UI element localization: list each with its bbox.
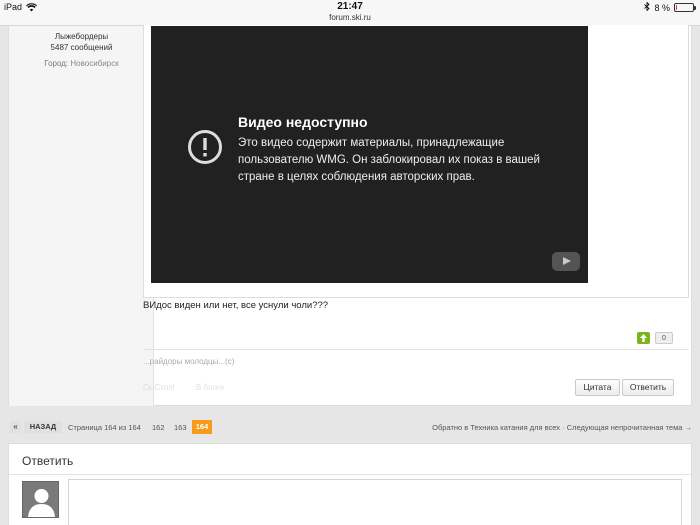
author-group: Лыжебордеры: [54, 32, 109, 41]
reply-title: Ответить: [22, 454, 74, 468]
battery-percent: 8 %: [654, 2, 670, 13]
battery-level: [676, 5, 677, 10]
reply-form: Ответить: [8, 443, 692, 525]
post: Лыжебордеры 5487 сообщений Город: Новоси…: [8, 25, 692, 406]
page-info: Страница 164 из 164: [68, 423, 141, 432]
clock: 21:47: [337, 1, 363, 12]
back-button[interactable]: НАЗАД: [24, 421, 62, 433]
post-text: ВИдос виден или нет, все уснули чоли???: [143, 300, 329, 311]
video-error-title: Видео недоступно: [238, 114, 368, 130]
signature-divider: [143, 349, 689, 350]
video-player[interactable]: Видео недоступно Это видео содержит мате…: [151, 26, 588, 283]
topic-navigation: Обратно в Техника катания для всех · Сле…: [432, 423, 692, 432]
vote-up-button[interactable]: [637, 332, 650, 344]
page-link[interactable]: 162: [152, 423, 165, 432]
video-error-message: Это видео содержит материалы, принадлежа…: [238, 137, 540, 183]
current-page: 164: [192, 420, 212, 434]
bluetooth-icon: [644, 1, 651, 13]
author-city-value: Новосибирск: [70, 59, 119, 68]
author-post-count: 5487 сообщений: [50, 43, 113, 52]
reply-textarea[interactable]: [68, 479, 682, 525]
author-city: Город: Новосибирск: [9, 59, 154, 68]
vote-count: 0: [655, 332, 673, 344]
address-bar-url[interactable]: forum.ski.ru: [0, 13, 700, 22]
reply-divider: [9, 474, 691, 475]
status-bar: iPad 21:47 forum.ski.ru 8 %: [0, 0, 700, 26]
page-link[interactable]: 163: [174, 423, 187, 432]
signature: ...райдоры молодцы...(с): [143, 357, 235, 366]
quote-button[interactable]: Цитата: [575, 379, 620, 396]
arrow-up-icon: [640, 334, 647, 342]
avatar: [22, 481, 59, 518]
first-page-button[interactable]: «: [10, 421, 21, 433]
battery-icon: [674, 3, 696, 12]
back-to-forum-link[interactable]: Обратно в Техника катания для всех: [432, 423, 560, 432]
nav-separator: ·: [562, 423, 565, 432]
author-city-label: Город:: [44, 59, 69, 68]
error-icon: [188, 130, 222, 164]
status-right: 8 %: [644, 1, 696, 13]
author-column: Лыжебордеры 5487 сообщений Город: Новоси…: [9, 26, 154, 406]
next-unread-link[interactable]: Следующая непрочитанная тема →: [567, 423, 692, 432]
blog-link[interactable]: В блоге: [196, 383, 224, 392]
user-silhouette-icon: [23, 482, 58, 517]
reply-button[interactable]: Ответить: [622, 379, 674, 396]
faded-link[interactable]: СыСтоп!: [143, 383, 175, 392]
pagination: « НАЗАД Страница 164 из 164 162 163 164 …: [8, 415, 692, 437]
youtube-play-icon[interactable]: [552, 252, 580, 271]
